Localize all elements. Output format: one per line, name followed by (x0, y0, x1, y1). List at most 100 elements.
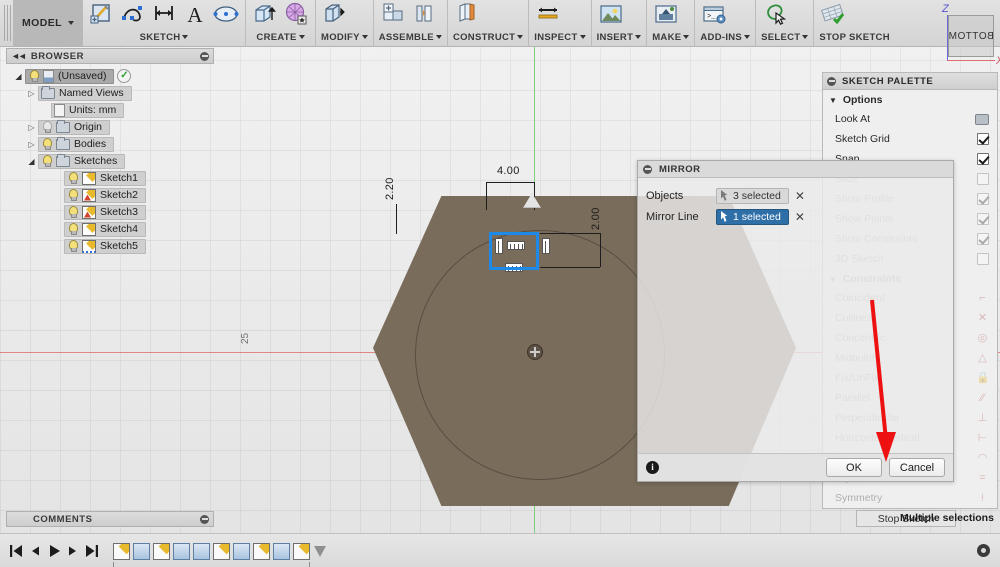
browser-node-sketch5[interactable]: Sketch5 (6, 238, 214, 254)
browser-node-sketch1[interactable]: Sketch1 (6, 170, 214, 186)
checkbox[interactable] (977, 153, 989, 165)
extrude-feature-icon[interactable] (193, 542, 210, 560)
toolbar-label-insert[interactable]: INSERT (597, 31, 642, 43)
tangent-icon[interactable]: ◠ (976, 452, 989, 465)
sketch-feature-icon[interactable] (293, 542, 310, 560)
palette-minimize-button[interactable] (827, 76, 836, 86)
collapse-icon[interactable]: ◄◄ (11, 51, 27, 61)
mirror-line-clear-icon[interactable]: ✕ (795, 211, 805, 223)
browser-node-label-wrap[interactable]: (Unsaved) (25, 68, 115, 84)
go-to-start-icon[interactable] (8, 542, 24, 560)
extrude-feature-icon[interactable] (233, 542, 250, 560)
mirror-objects-select-button[interactable]: 3 selected (716, 187, 789, 204)
palette-option-sketch-grid[interactable]: Sketch Grid (823, 129, 997, 149)
checkbox[interactable] (977, 233, 989, 245)
toolbar-label-construct[interactable]: CONSTRUCT (453, 31, 524, 43)
toolbar-grip[interactable] (4, 5, 11, 41)
checkbox[interactable] (977, 173, 989, 185)
twisty-closed-icon[interactable]: ▷ (25, 123, 38, 132)
fix-unfix-icon[interactable]: 🔒 (976, 372, 990, 385)
twisty-open-icon[interactable]: ◢ (12, 72, 25, 81)
visibility-bulb-icon[interactable] (41, 121, 52, 133)
browser-node-label-wrap[interactable]: Sketch2 (64, 187, 146, 203)
comments-header[interactable]: COMMENTS (6, 511, 214, 527)
visibility-bulb-icon[interactable] (41, 138, 52, 150)
view-cube[interactable]: BOTTOM Z X (918, 3, 1000, 69)
visibility-bulb-icon[interactable] (67, 223, 78, 235)
gear-icon[interactable] (977, 544, 990, 557)
dialog-minimize-button[interactable] (643, 164, 652, 174)
constraint-glyph-3[interactable] (542, 238, 550, 254)
checkbox[interactable] (977, 213, 989, 225)
browser-node-bodies[interactable]: ▷ Bodies (6, 136, 214, 152)
parallel-icon[interactable]: ⁄⁄ (976, 392, 989, 405)
scripts-addins-icon[interactable]: >_ (700, 1, 728, 29)
ellipse-icon[interactable] (212, 1, 240, 29)
browser-node-label-wrap[interactable]: Origin (38, 119, 111, 135)
extrude-feature-icon[interactable] (133, 542, 150, 560)
browser-node-label-wrap[interactable]: Sketch1 (64, 170, 146, 186)
visibility-bulb-icon[interactable] (67, 206, 78, 218)
ok-button[interactable]: OK (826, 458, 882, 477)
look-at-icon[interactable] (975, 113, 989, 125)
spline-icon[interactable] (119, 1, 147, 29)
sketch-feature-icon[interactable] (253, 542, 270, 560)
horizontal-vertical-icon[interactable]: ⊢ (976, 432, 989, 445)
symmetry-icon[interactable]: ⟊ (976, 492, 989, 505)
workspace-switcher[interactable]: MODEL (13, 0, 83, 46)
info-icon[interactable]: i (646, 461, 659, 474)
extrude-feature-icon[interactable] (173, 542, 190, 560)
insert-image-icon[interactable] (597, 1, 625, 29)
browser-node-sketch4[interactable]: Sketch4 (6, 221, 214, 237)
browser-node-sketch2[interactable]: Sketch2 (6, 187, 214, 203)
sketch-feature-icon[interactable] (153, 542, 170, 560)
visibility-bulb-icon[interactable] (41, 155, 52, 167)
browser-node-label-wrap[interactable]: Sketches (38, 153, 126, 169)
comments-minimize-button[interactable] (200, 514, 209, 524)
dimension-text-200[interactable]: 2.00 (590, 207, 602, 230)
browser-node-label-wrap[interactable]: Units: mm (51, 102, 125, 118)
mirror-line-select-button[interactable]: 1 selected (716, 208, 789, 225)
browser-node-named-views[interactable]: ▷ Named Views (6, 85, 214, 101)
toolbar-label-assemble[interactable]: ASSEMBLE (379, 31, 442, 43)
offset-plane-icon[interactable] (453, 1, 481, 29)
select-lasso-icon[interactable] (761, 1, 789, 29)
extrude-feature-icon[interactable] (273, 542, 290, 560)
create-sketch-icon[interactable] (88, 1, 116, 29)
sketch-feature-icon[interactable] (213, 542, 230, 560)
play-icon[interactable] (46, 542, 62, 560)
browser-node-unsaved[interactable]: ◢ (Unsaved) ✓ (6, 68, 214, 84)
visibility-bulb-icon[interactable] (67, 172, 78, 184)
stop-sketch-icon[interactable] (819, 1, 847, 29)
dimension-text-220[interactable]: 2.20 (384, 177, 396, 200)
browser-minimize-button[interactable] (200, 51, 209, 61)
browser-node-origin[interactable]: ▷ Origin (6, 119, 214, 135)
twisty-open-icon[interactable]: ◢ (25, 157, 38, 166)
cancel-button[interactable]: Cancel (889, 458, 945, 477)
mirror-objects-clear-icon[interactable]: ✕ (795, 190, 805, 202)
checkbox[interactable] (977, 253, 989, 265)
view-cube-face[interactable]: BOTTOM (948, 15, 994, 57)
concentric-icon[interactable]: ◎ (976, 332, 989, 345)
visibility-bulb-icon[interactable] (67, 189, 78, 201)
palette-option-look-at[interactable]: Look At (823, 109, 997, 129)
twisty-closed-icon[interactable]: ▷ (25, 140, 38, 149)
palette-section-options[interactable]: ▼ Options (823, 90, 997, 109)
timeline-end-marker[interactable] (314, 545, 326, 557)
3d-print-icon[interactable] (652, 1, 680, 29)
toolbar-label-inspect[interactable]: INSPECT (534, 31, 586, 43)
step-forward-icon[interactable] (65, 542, 81, 560)
perpendicular-icon[interactable]: ⊥ (976, 412, 989, 425)
extrude-icon[interactable] (251, 1, 279, 29)
checkbox[interactable] (977, 133, 989, 145)
step-back-icon[interactable] (27, 542, 43, 560)
toolbar-label-stop-sketch[interactable]: STOP SKETCH (819, 31, 890, 43)
toolbar-label-sketch[interactable]: SKETCH (88, 31, 240, 43)
palette-constraint-symmetry[interactable]: Symmetry ⟊ (823, 488, 997, 508)
browser-node-label-wrap[interactable]: Named Views (38, 85, 132, 101)
midpoint-icon[interactable]: △ (976, 352, 989, 365)
toolbar-label-select[interactable]: SELECT (761, 31, 809, 43)
collinear-icon[interactable]: ✕ (976, 312, 989, 325)
browser-node-units-mm[interactable]: Units: mm (6, 102, 214, 118)
browser-node-label-wrap[interactable]: Sketch5 (64, 238, 146, 254)
